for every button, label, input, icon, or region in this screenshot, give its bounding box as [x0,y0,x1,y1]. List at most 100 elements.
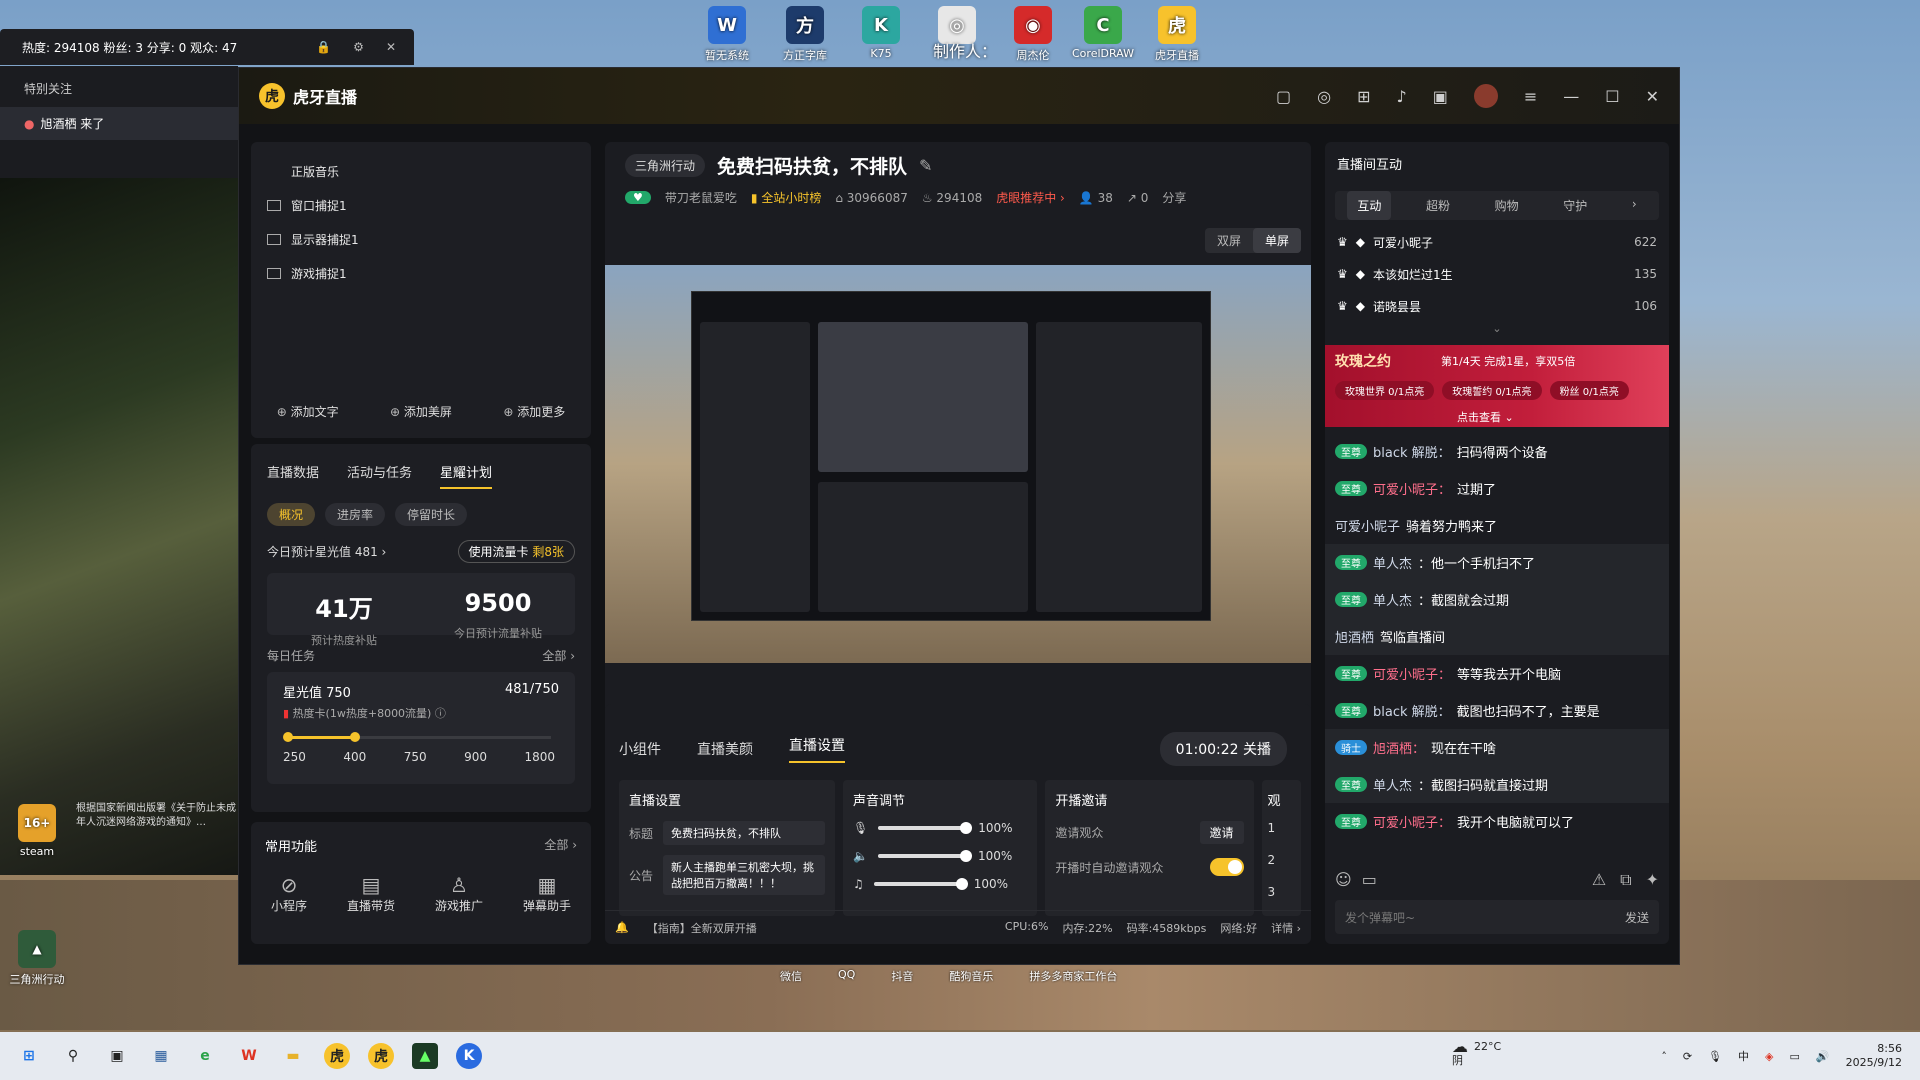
scene-add-button[interactable]: 添加更多 [503,403,565,420]
desktop-icon[interactable]: ◉ 周杰伦 [996,6,1070,63]
room-category[interactable]: 三角洲行动 [625,154,706,177]
mic-tray-icon[interactable]: 🎙 [1708,1050,1722,1063]
desktop-label[interactable]: 拼多多商家工作台 [1029,968,1117,984]
daily-all-link[interactable]: 全部 › [542,647,575,664]
desktop-icon[interactable]: 16+ steam [0,804,74,858]
scene-add-button[interactable]: 添加文字 [277,403,339,420]
invite-button[interactable]: 邀请 [1199,821,1244,844]
data-tab[interactable]: 星耀计划 [440,462,493,489]
message-user[interactable]: 单人杰 [1373,553,1412,572]
chat-tab[interactable]: 互动 [1347,191,1392,220]
end-live-button[interactable]: 01:00:22 关播 [1159,732,1287,766]
search-icon[interactable]: ⚲ [60,1043,86,1069]
maximize-icon[interactable]: ☐ [1605,87,1619,106]
send-button[interactable]: 发送 [1625,909,1649,926]
tab-beauty[interactable]: 直播美颜 [697,739,753,759]
desktop-icon[interactable]: W 暂无系统 [690,6,764,63]
minimize-icon[interactable]: — [1563,87,1579,106]
bell-icon[interactable]: ♪ [1397,87,1407,106]
message-user[interactable]: 单人杰 [1373,775,1412,794]
desktop-icon[interactable]: 方方正字库 [768,6,842,63]
chat-tab[interactable]: 超粉 [1416,191,1460,220]
speaker-slider[interactable] [877,850,972,862]
scene-item[interactable]: 正版音乐 [251,154,591,188]
function-item[interactable]: ⊘ 小程序 [271,873,307,914]
calculator-icon[interactable]: ▦ [148,1043,174,1069]
delta-task-icon[interactable]: ▲ [412,1043,438,1069]
recommend[interactable]: 虎眼推荐中 › [996,189,1065,206]
message-user[interactable]: black 解脱： [1373,442,1451,461]
banner-task[interactable]: 玫瑰世界 0/1点亮 [1335,381,1435,400]
mode-dual-button[interactable]: 双屏 [1205,228,1253,253]
desktop-label[interactable]: 微信 [780,968,802,984]
volume-icon[interactable]: 🔊 [1816,1050,1830,1063]
lock-icon[interactable]: 🔒 [316,40,331,54]
calendar-icon[interactable]: ▢ [1276,87,1291,106]
speaker-icon[interactable]: 🔈 [853,849,868,863]
tab-live-settings[interactable]: 直播设置 [789,735,845,763]
data-pill[interactable]: 进房率 [325,503,386,526]
desktop-label[interactable]: 酷狗音乐 [949,968,993,984]
settings-icon[interactable]: ⚙ [353,40,364,54]
scene-item[interactable]: 窗口捕捉1 [251,188,591,222]
display-icon[interactable]: ▭ [1789,1050,1799,1063]
barrage-icon[interactable]: ▭ [1362,870,1377,890]
functions-all-link[interactable]: 全部 › [544,836,577,855]
desktop-icon[interactable]: C CorelDRAW [1066,6,1140,60]
huya2-task-icon[interactable]: 虎 [368,1043,394,1069]
folder-icon[interactable]: ▬ [280,1043,306,1069]
chat-input[interactable]: 发个弹幕吧~ 发送 [1335,900,1659,934]
sync-icon[interactable]: ⟳ [1683,1050,1692,1063]
details-link[interactable]: 详情 › [1271,920,1301,936]
guide-tip[interactable]: 【指南】全新双屏开播 [647,920,757,936]
desktop-icon[interactable]: K K75 [844,6,918,60]
scene-item[interactable]: 显示器捕捉1 [251,222,591,256]
banner-more[interactable]: 点击查看 ⌄ [1457,409,1514,425]
weather-widget[interactable]: ☁ 22°C 阴 [1452,1039,1501,1068]
wps-icon[interactable]: W [236,1043,262,1069]
music-slider[interactable] [873,878,968,890]
title-field-value[interactable]: 免费扫码扶贫，不排队 [663,821,825,845]
hour-rank[interactable]: ▮ 全站小时榜 [751,189,821,206]
notice-field-value[interactable]: 新人主播跑单三机密大坝，挑战把把百万撤离！！！ [663,855,825,895]
function-item[interactable]: ▤ 直播带货 [347,873,395,914]
edit-icon[interactable]: ✎ [919,156,932,175]
task-view-icon[interactable]: ▣ [104,1043,130,1069]
gamepad-icon[interactable]: ⊞ [1357,87,1370,106]
scene-item[interactable]: 游戏捕捉1 [251,256,591,290]
event-banner[interactable]: 玫瑰之约 第1/4天 完成1星，享双5倍 玫瑰世界 0/1点亮 玫瑰誓约 0/1点… [1325,345,1669,427]
chat-tab[interactable]: 守护 [1553,191,1597,220]
clock[interactable]: 8:56 2025/9/12 [1846,1042,1902,1070]
popout-icon[interactable]: ⧉ [1620,870,1631,890]
message-user[interactable]: 旭酒栖 [1335,627,1374,646]
desktop-label[interactable]: 抖音 [891,968,913,984]
data-tab[interactable]: 直播数据 [267,462,319,489]
close-icon[interactable]: ✕ [386,40,396,54]
message-user[interactable]: 旭酒栖： [1373,738,1425,757]
app-tray-icon[interactable]: ◈ [1765,1050,1773,1063]
data-pill[interactable]: 概况 [267,503,316,526]
mic-icon[interactable]: 🎙 [853,821,868,835]
desktop-label[interactable]: QQ [838,968,855,984]
rank-row[interactable]: ♛ ◆ 本该如烂过1生 135 [1325,258,1669,290]
mode-single-button[interactable]: 单屏 [1252,228,1301,253]
chat-tab[interactable]: 购物 [1485,191,1529,220]
tool-icon[interactable]: ✦ [1646,870,1659,890]
rank-expand-icon[interactable]: ⌄ [1325,322,1669,335]
message-user[interactable]: 可爱小昵子： [1373,664,1451,683]
share-link[interactable]: 分享 [1162,189,1186,206]
chevron-right-icon[interactable]: › [1622,191,1647,220]
function-item[interactable]: ♙ 游戏推广 [435,873,483,914]
scene-add-button[interactable]: 添加美屏 [390,403,452,420]
ime-icon[interactable]: 中 [1738,1048,1749,1064]
mic-slider[interactable] [878,822,973,834]
desktop-icon[interactable]: 虎虎牙直播 [1140,6,1214,63]
gift-icon[interactable]: ▣ [1433,87,1448,106]
data-tab[interactable]: 活动与任务 [347,462,412,489]
chevron-up-icon[interactable]: ˄ [1661,1050,1667,1063]
message-user[interactable]: 单人杰 [1373,590,1412,609]
data-pill[interactable]: 停留时长 [395,503,468,526]
k-task-icon[interactable]: K [456,1043,482,1069]
emoji-icon[interactable]: ☺ [1335,870,1352,890]
star-today[interactable]: 今日预计星光值 481 › [267,543,386,560]
